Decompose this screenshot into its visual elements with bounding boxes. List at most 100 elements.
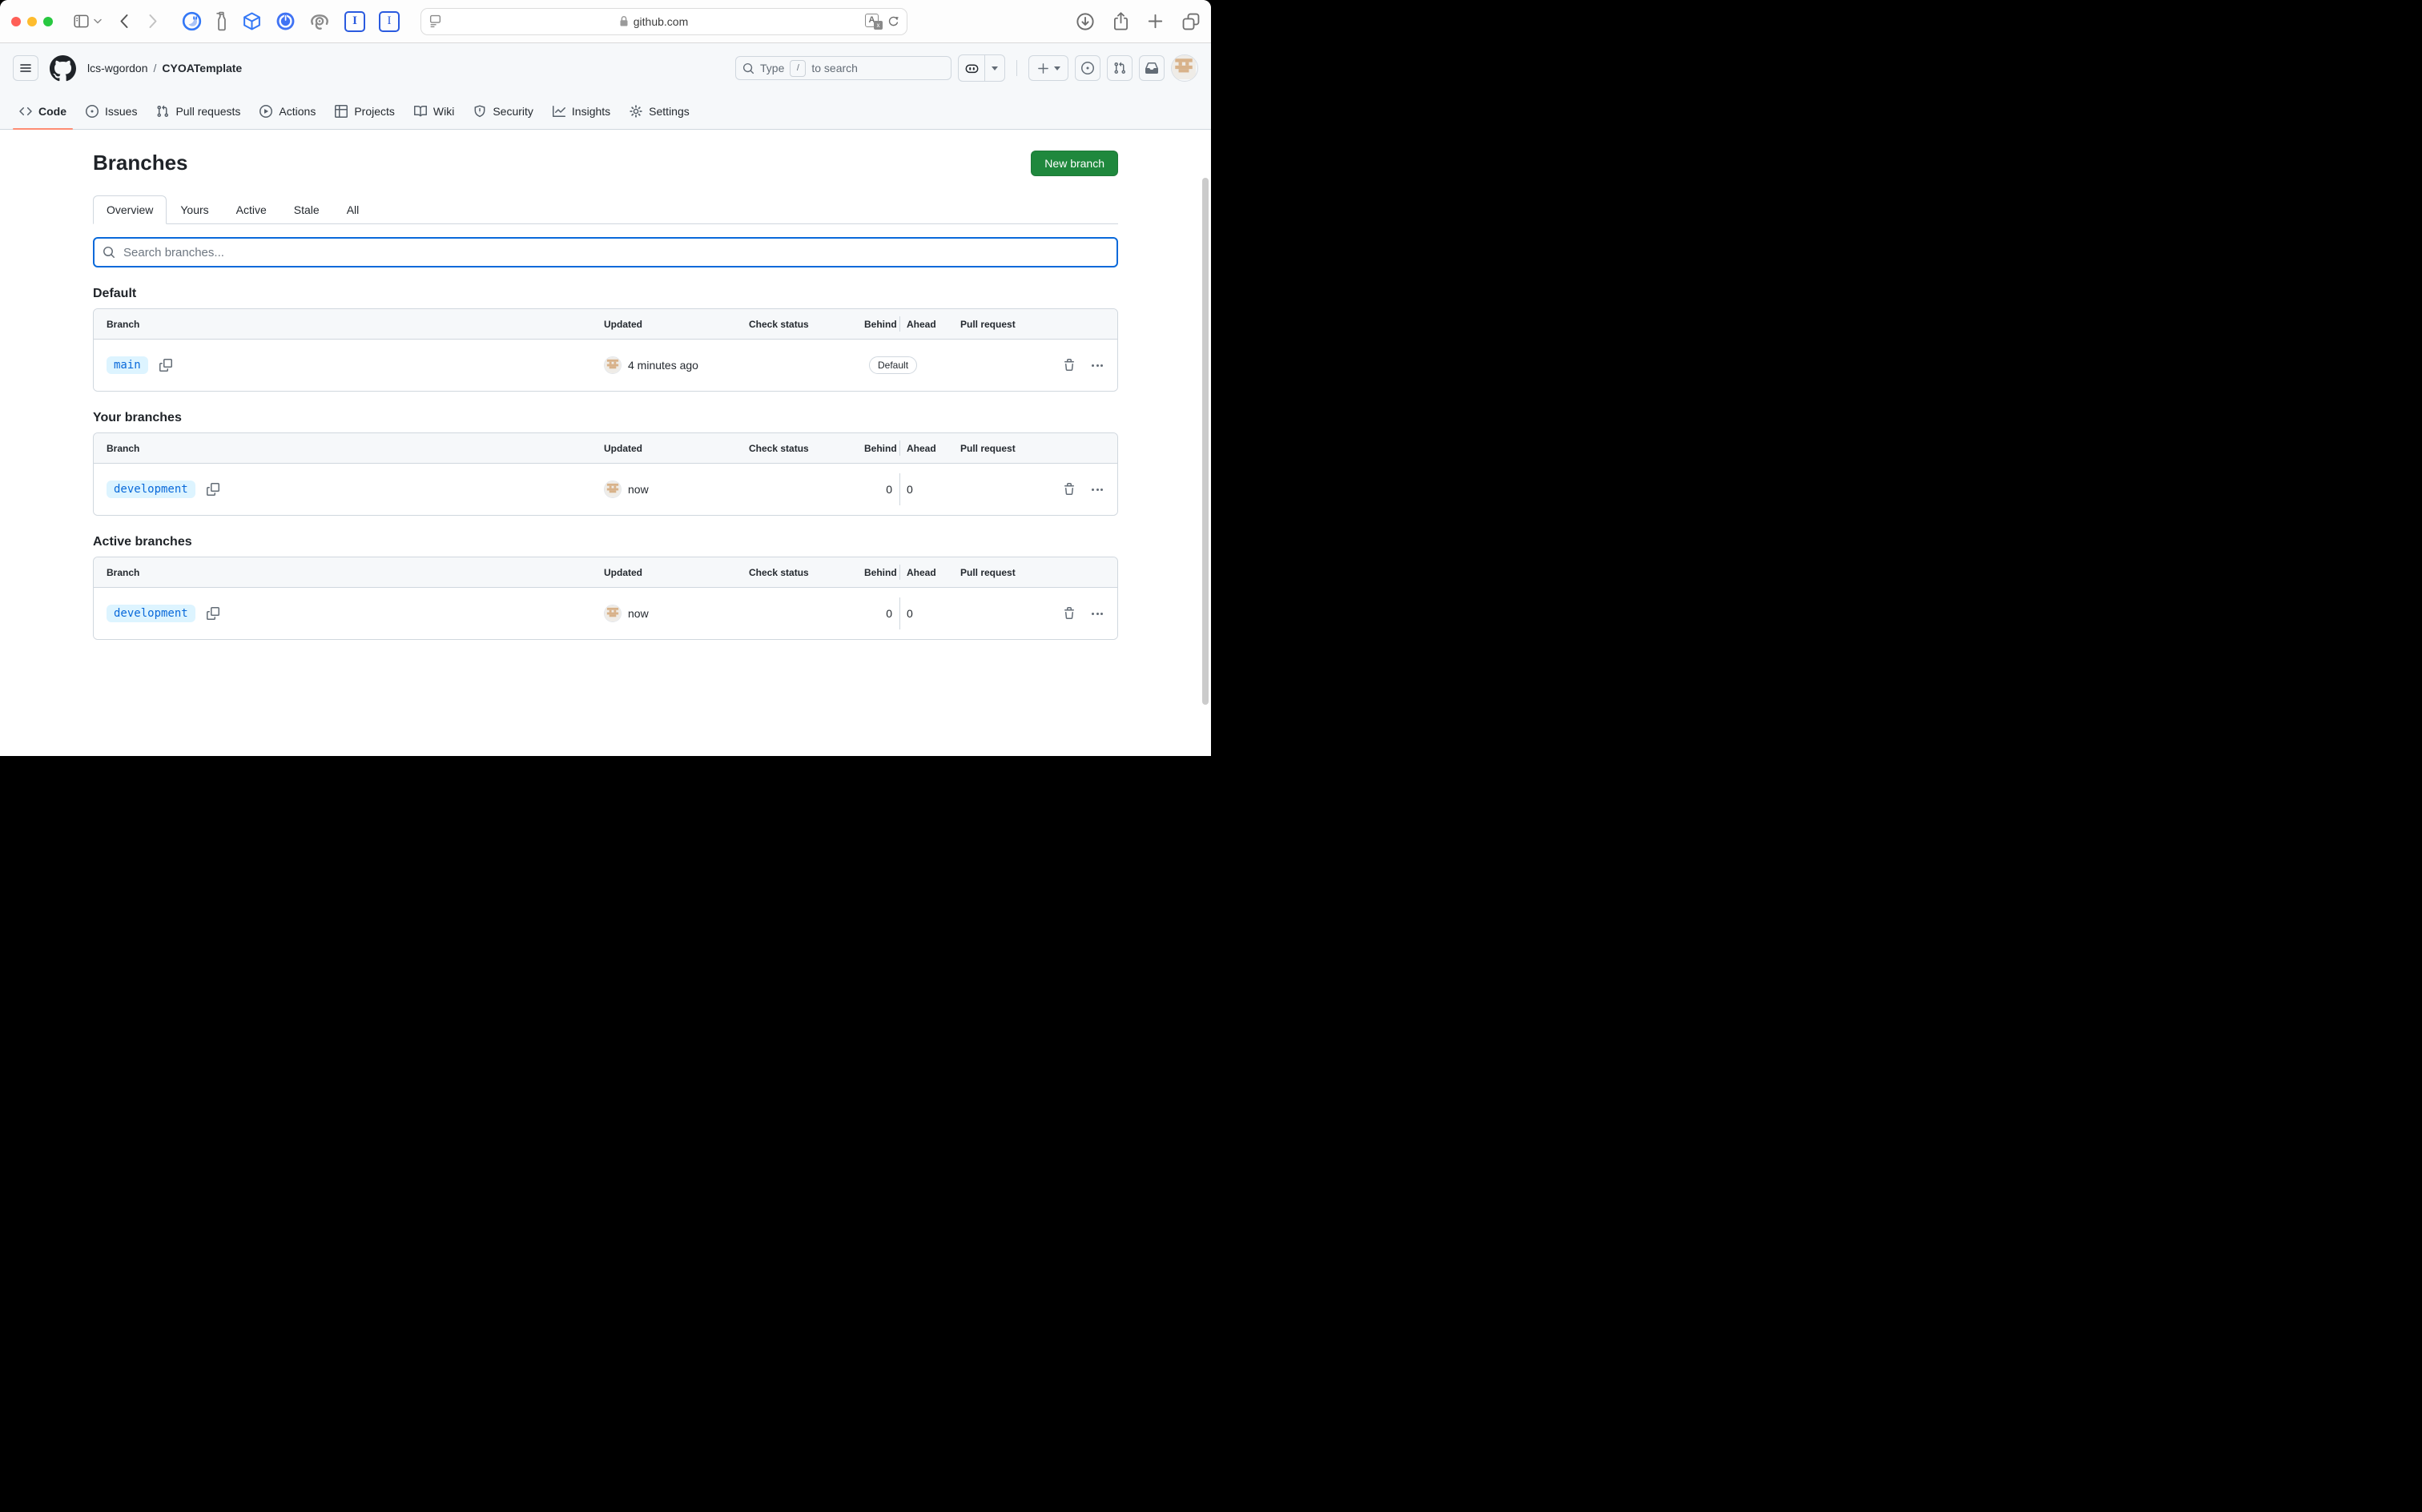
shield-icon bbox=[473, 105, 486, 118]
tab-yours[interactable]: Yours bbox=[167, 195, 222, 224]
share-button[interactable] bbox=[1113, 12, 1129, 30]
branch-name-link[interactable]: main bbox=[107, 356, 148, 374]
back-button[interactable] bbox=[119, 14, 129, 29]
tab-code[interactable]: Code bbox=[13, 93, 73, 129]
chevron-down-icon bbox=[1054, 66, 1060, 70]
sidebar-chevron-button[interactable] bbox=[94, 18, 102, 24]
committer-avatar[interactable] bbox=[604, 356, 622, 374]
copilot-button[interactable] bbox=[958, 54, 1005, 82]
tab-active[interactable]: Active bbox=[223, 195, 280, 224]
identicon bbox=[605, 605, 621, 621]
extension-cleaner-button[interactable] bbox=[215, 11, 228, 31]
new-tab-button[interactable] bbox=[1148, 14, 1163, 29]
search-prefix: Type bbox=[760, 62, 784, 74]
extension-elephant-button[interactable] bbox=[309, 11, 331, 31]
url-text: github.com bbox=[634, 15, 688, 28]
reload-button[interactable] bbox=[887, 15, 899, 28]
tab-pull-requests[interactable]: Pull requests bbox=[150, 93, 247, 129]
branch-name-link[interactable]: development bbox=[107, 605, 195, 622]
branch-name-link[interactable]: development bbox=[107, 481, 195, 498]
branch-search-field bbox=[93, 237, 1118, 267]
copy-icon bbox=[159, 359, 172, 372]
tab-overview[interactable]: Overview bbox=[93, 195, 167, 224]
col-check-status: Check status bbox=[749, 319, 864, 330]
downloads-button[interactable] bbox=[1076, 13, 1094, 30]
github-logo[interactable] bbox=[50, 55, 76, 82]
tab-projects[interactable]: Projects bbox=[328, 93, 401, 129]
col-pull-request: Pull request bbox=[960, 567, 1050, 578]
github-mark-icon bbox=[50, 55, 76, 82]
pull-requests-dashboard-button[interactable] bbox=[1107, 55, 1133, 81]
delete-branch-button[interactable] bbox=[1063, 483, 1076, 496]
col-ahead: Ahead bbox=[899, 309, 960, 339]
breadcrumb-repo-link[interactable]: CYOATemplate bbox=[162, 62, 242, 74]
plus-icon bbox=[1148, 14, 1163, 29]
global-search-button[interactable]: Type / to search bbox=[735, 56, 952, 80]
copilot-menu-part[interactable] bbox=[985, 55, 1004, 81]
tab-insights[interactable]: Insights bbox=[546, 93, 617, 129]
copy-branch-name-button[interactable] bbox=[207, 607, 219, 620]
col-updated: Updated bbox=[604, 319, 749, 330]
elephant-icon bbox=[309, 11, 331, 31]
branch-menu-button[interactable] bbox=[1092, 364, 1103, 367]
play-icon bbox=[260, 105, 272, 118]
delete-branch-button[interactable] bbox=[1063, 607, 1076, 620]
create-new-button[interactable] bbox=[1028, 55, 1068, 81]
active-branches-table: Branch Updated Check status Behind Ahead… bbox=[93, 557, 1118, 640]
col-updated: Updated bbox=[604, 567, 749, 578]
tab-wiki[interactable]: Wiki bbox=[408, 93, 461, 129]
tab-stale[interactable]: Stale bbox=[280, 195, 333, 224]
zoom-window-button[interactable] bbox=[43, 17, 53, 26]
forward-button[interactable] bbox=[148, 14, 158, 29]
tab-issues[interactable]: Issues bbox=[79, 93, 143, 129]
branch-menu-button[interactable] bbox=[1092, 489, 1103, 491]
tab-settings[interactable]: Settings bbox=[623, 93, 696, 129]
extension-instapaper-button[interactable]: I bbox=[344, 11, 365, 32]
minimize-window-button[interactable] bbox=[27, 17, 37, 26]
search-suffix: to search bbox=[811, 62, 858, 74]
plus-icon bbox=[1037, 62, 1049, 74]
committer-avatar[interactable] bbox=[604, 481, 622, 498]
spray-bottle-icon bbox=[215, 11, 228, 31]
global-nav-menu-button[interactable] bbox=[13, 55, 38, 81]
extension-noir-button[interactable] bbox=[182, 11, 202, 31]
copy-icon bbox=[207, 483, 219, 496]
close-window-button[interactable] bbox=[11, 17, 21, 26]
issue-opened-icon bbox=[86, 105, 99, 118]
copy-branch-name-button[interactable] bbox=[207, 483, 219, 496]
tabs-icon bbox=[1182, 13, 1200, 30]
copy-branch-name-button[interactable] bbox=[159, 359, 172, 372]
extension-1password-button[interactable] bbox=[276, 11, 296, 31]
issues-dashboard-button[interactable] bbox=[1075, 55, 1100, 81]
tab-actions[interactable]: Actions bbox=[253, 93, 322, 129]
section-heading-default: Default bbox=[93, 287, 1118, 301]
scrollbar-thumb[interactable] bbox=[1202, 178, 1209, 705]
delete-branch-button[interactable] bbox=[1063, 359, 1076, 372]
tab-all[interactable]: All bbox=[333, 195, 373, 224]
new-branch-button[interactable]: New branch bbox=[1031, 151, 1118, 176]
trash-icon bbox=[1063, 607, 1076, 620]
address-bar[interactable]: github.com A x bbox=[420, 8, 907, 35]
translate-button[interactable]: A x bbox=[865, 14, 883, 30]
copilot-icon-part[interactable] bbox=[959, 55, 985, 81]
extension-instapaper-alt-button[interactable]: I bbox=[379, 11, 400, 32]
col-behind: Behind bbox=[864, 443, 899, 454]
tab-security[interactable]: Security bbox=[467, 93, 540, 129]
issue-opened-icon bbox=[1081, 62, 1094, 74]
tab-overview-button[interactable] bbox=[1182, 13, 1200, 30]
identicon bbox=[1172, 55, 1196, 79]
letter-i-icon: I bbox=[344, 11, 365, 32]
branches-filter-tabs: Overview Yours Active Stale All bbox=[93, 195, 1118, 224]
sidebar-toggle-button[interactable] bbox=[74, 14, 89, 28]
breadcrumb-owner-link[interactable]: lcs-wgordon bbox=[87, 62, 147, 74]
user-avatar[interactable] bbox=[1171, 54, 1198, 82]
branches-page: Branches New branch Overview Yours Activ… bbox=[0, 130, 1211, 714]
breadcrumb: lcs-wgordon / CYOATemplate bbox=[87, 62, 242, 74]
branch-menu-button[interactable] bbox=[1092, 613, 1103, 615]
browser-toolbar: I I github.com A x bbox=[0, 0, 1211, 43]
notifications-inbox-button[interactable] bbox=[1139, 55, 1165, 81]
extension-cube-button[interactable] bbox=[242, 11, 262, 31]
committer-avatar[interactable] bbox=[604, 605, 622, 622]
branch-search-input[interactable] bbox=[122, 245, 1108, 260]
col-branch: Branch bbox=[94, 319, 604, 330]
